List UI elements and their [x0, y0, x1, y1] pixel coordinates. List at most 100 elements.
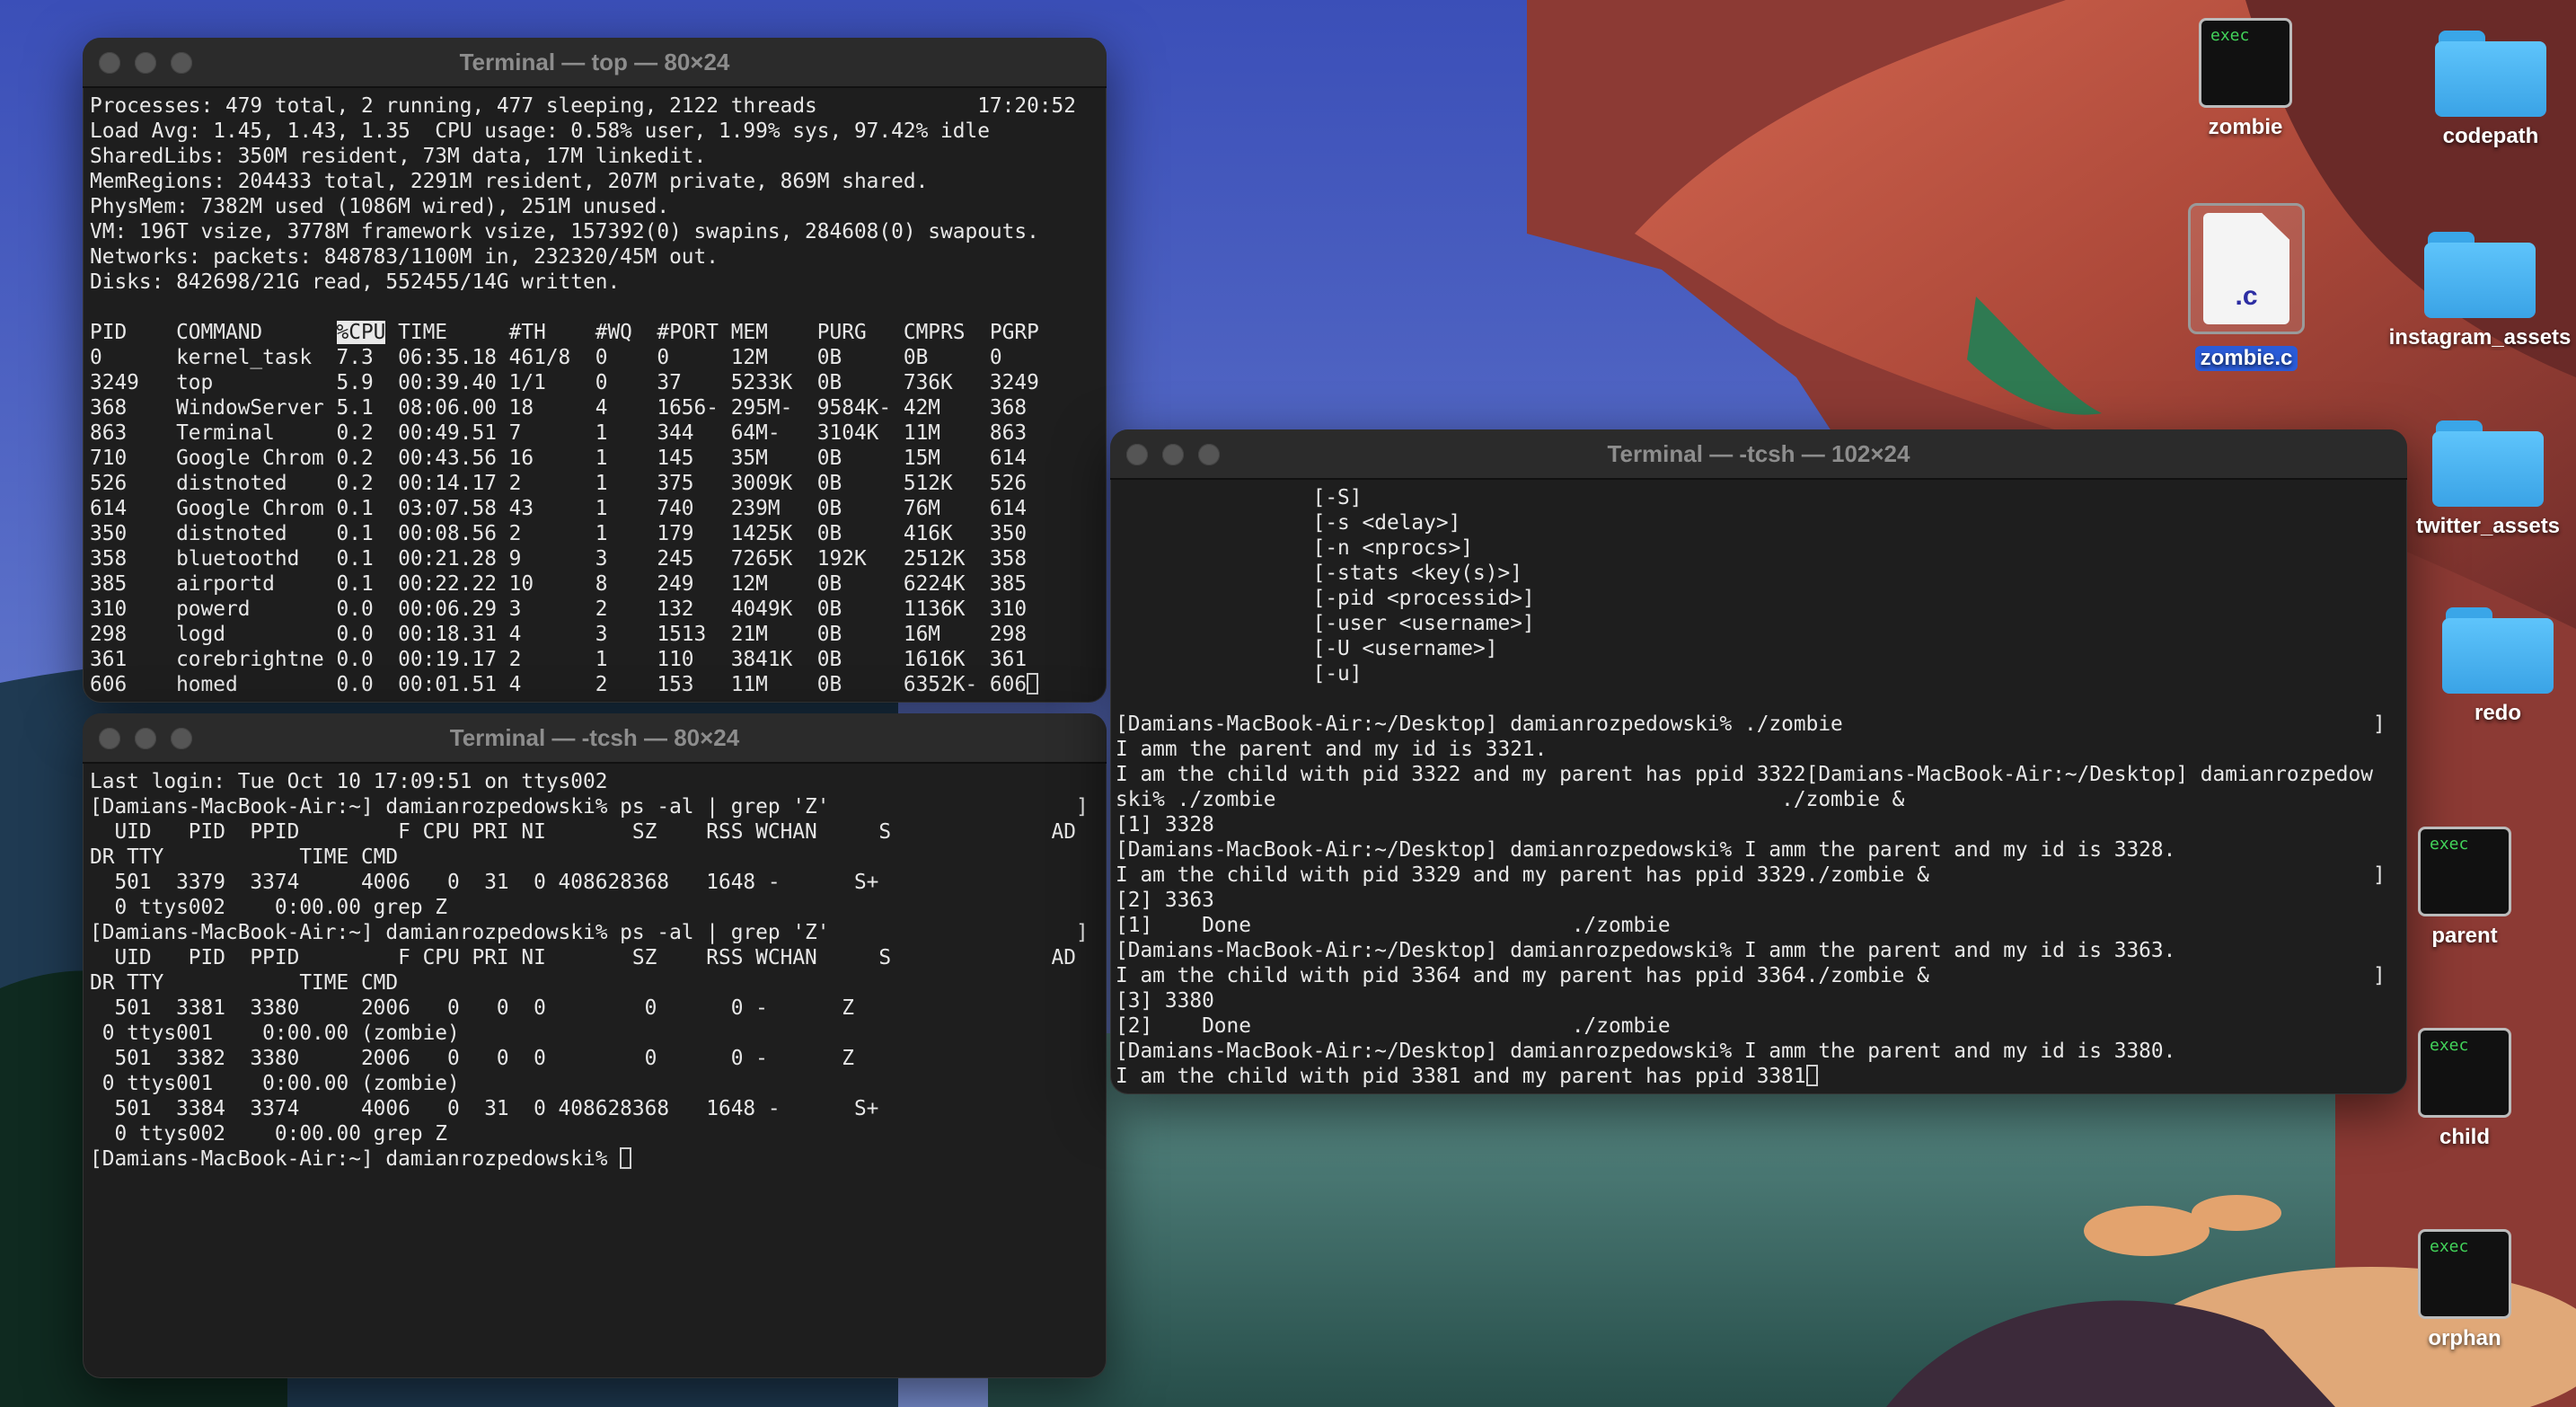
- top-summary-line: Disks: 842698/21G read, 552455/14G writt…: [90, 270, 621, 294]
- output-line: I am the child with pid 3381 and my pare…: [1116, 1065, 1818, 1088]
- process-row: 358 bluetoothd 0.1 00:21.28 9 3 245 7265…: [90, 547, 1028, 571]
- output-line: [-S]: [1116, 486, 1363, 509]
- icon-label: child: [2439, 1125, 2490, 1149]
- selection-highlight: .c: [2188, 203, 2305, 334]
- shell-prompt-line[interactable]: [Damians-MacBook-Air:~] damianrozpedowsk…: [90, 1147, 632, 1171]
- output-line: [Damians-MacBook-Air:~/Desktop] damianro…: [1116, 712, 2386, 736]
- desktop-icon-redo[interactable]: redo: [2430, 607, 2565, 726]
- output-line: I amm the parent and my id is 3321.: [1116, 738, 1548, 761]
- desktop-icon-child[interactable]: exec child: [2402, 1028, 2527, 1150]
- folder-icon: [2442, 607, 2554, 694]
- icon-label: parent: [2431, 924, 2498, 948]
- top-summary-line: PhysMem: 7382M used (1086M wired), 251M …: [90, 195, 670, 218]
- output-line: UID PID PPID F CPU PRI NI SZ RSS WCHAN S…: [90, 820, 1076, 844]
- shell-prompt: [Damians-MacBook-Air:~] damianrozpedowsk…: [90, 1147, 621, 1171]
- exec-badge: exec: [2430, 1237, 2469, 1256]
- icon-label: orphan: [2428, 1326, 2501, 1350]
- desktop-icon-orphan[interactable]: exec orphan: [2402, 1229, 2527, 1351]
- process-table-header: PID COMMAND %CPU TIME #TH #WQ #PORT MEM …: [90, 321, 1039, 344]
- output-line: 501 3382 3380 2006 0 0 0 0 0 - Z: [90, 1047, 854, 1070]
- window-titlebar[interactable]: Terminal — -tcsh — 80×24: [83, 713, 1107, 764]
- top-summary-line: Load Avg: 1.45, 1.43, 1.35 CPU usage: 0.…: [90, 119, 990, 143]
- output-line: [1] Done ./zombie: [1116, 914, 1671, 937]
- output-line: [-U <username>]: [1116, 637, 1498, 660]
- icon-label: zombie: [2208, 115, 2283, 139]
- terminal-window-tcsh-80[interactable]: Terminal — -tcsh — 80×24 Last login: Tue…: [83, 713, 1107, 1378]
- desktop-icon-zombie-c[interactable]: .c zombie.c: [2170, 203, 2323, 371]
- output-line: [-pid <processid>]: [1116, 587, 1535, 610]
- icon-label: zombie.c: [2194, 346, 2298, 371]
- terminal-output[interactable]: Last login: Tue Oct 10 17:09:51 on ttys0…: [83, 764, 1107, 1172]
- output-line: [3] 3380: [1116, 989, 1214, 1013]
- exec-badge: exec: [2430, 1036, 2469, 1055]
- window-title: Terminal — -tcsh — 80×24: [449, 724, 740, 751]
- c-source-file-icon: .c: [2203, 213, 2289, 324]
- output-line: [-stats <key(s)>]: [1116, 562, 1522, 585]
- output-line: DR TTY TIME CMD: [90, 971, 399, 995]
- output-line: [Damians-MacBook-Air:~] damianrozpedowsk…: [90, 795, 1089, 819]
- process-row: 710 Google Chrom 0.2 00:43.56 16 1 145 3…: [90, 447, 1028, 470]
- text-cursor: [1027, 673, 1039, 695]
- icon-label: codepath: [2442, 124, 2539, 148]
- output-line: [2] Done ./zombie: [1116, 1014, 1671, 1038]
- sorted-column-cpu: %CPU: [336, 321, 386, 344]
- text-cursor: [620, 1147, 632, 1169]
- file-extension-badge: .c: [2235, 281, 2258, 311]
- output-line: [Damians-MacBook-Air:~/Desktop] damianro…: [1116, 838, 2176, 862]
- folder-icon: [2424, 232, 2536, 318]
- output-line: Last login: Tue Oct 10 17:09:51 on ttys0…: [90, 770, 608, 793]
- folder-icon: [2435, 31, 2546, 117]
- desktop-icon-zombie[interactable]: exec zombie: [2183, 18, 2308, 140]
- desktop-icon-twitter-assets[interactable]: twitter_assets: [2400, 420, 2576, 539]
- exec-badge: exec: [2430, 835, 2469, 854]
- output-line: [Damians-MacBook-Air:~/Desktop] damianro…: [1116, 1040, 2176, 1063]
- header-text: PID COMMAND: [90, 321, 337, 344]
- exec-badge: exec: [2210, 26, 2250, 45]
- output-line: 0 ttys001 0:00.00 (zombie): [90, 1022, 460, 1045]
- output-line: DR TTY TIME CMD: [90, 845, 399, 869]
- desktop-icon-parent[interactable]: exec parent: [2402, 827, 2527, 949]
- output-line: ski% ./zombie ./zombie &: [1116, 788, 1905, 811]
- process-row: 310 powerd 0.0 00:06.29 3 2 132 4049K 0B…: [90, 597, 1028, 621]
- terminal-output[interactable]: Processes: 479 total, 2 running, 477 sle…: [83, 88, 1107, 697]
- output-line: [1] 3328: [1116, 813, 1214, 836]
- output-line: [Damians-MacBook-Air:~/Desktop] damianro…: [1116, 939, 2176, 962]
- window-titlebar[interactable]: Terminal — -tcsh — 102×24: [1110, 429, 2407, 480]
- icon-label: redo: [2474, 701, 2521, 725]
- terminal-window-tcsh-102[interactable]: Terminal — -tcsh — 102×24 [-S] [-s <dela…: [1110, 429, 2407, 1094]
- window-titlebar[interactable]: Terminal — top — 80×24: [83, 38, 1107, 88]
- process-row: 0 kernel_task 7.3 06:35.18 461/8 0 0 12M…: [90, 346, 1002, 369]
- output-line: 0 ttys001 0:00.00 (zombie): [90, 1072, 460, 1095]
- output-line: [-n <nprocs>]: [1116, 536, 1474, 560]
- top-summary-line: VM: 196T vsize, 3778M framework vsize, 1…: [90, 220, 1039, 243]
- output-line-text: I am the child with pid 3381 and my pare…: [1116, 1065, 1806, 1088]
- output-line: UID PID PPID F CPU PRI NI SZ RSS WCHAN S…: [90, 946, 1076, 969]
- text-cursor: [1805, 1065, 1818, 1086]
- desktop-icon-instagram-assets[interactable]: instagram_assets: [2386, 232, 2574, 350]
- process-row: 863 Terminal 0.2 00:49.51 7 1 344 64M- 3…: [90, 421, 1028, 445]
- output-line: [Damians-MacBook-Air:~] damianrozpedowsk…: [90, 921, 1089, 944]
- folder-icon: [2432, 420, 2544, 507]
- window-title: Terminal — -tcsh — 102×24: [1607, 440, 1910, 467]
- exec-icon: exec: [2418, 1229, 2511, 1319]
- icon-label: twitter_assets: [2415, 514, 2561, 538]
- process-row: 361 corebrightne 0.0 00:19.17 2 1 110 38…: [90, 648, 1028, 671]
- process-row-text: 606 homed 0.0 00:01.51 4 2 153 11M 0B 63…: [90, 673, 1028, 696]
- output-line: [-user <username>]: [1116, 612, 1535, 635]
- output-line: I am the child with pid 3364 and my pare…: [1116, 964, 2386, 987]
- exec-icon: exec: [2418, 1028, 2511, 1118]
- window-title: Terminal — top — 80×24: [459, 49, 730, 75]
- exec-icon: exec: [2199, 18, 2292, 108]
- top-summary-line: SharedLibs: 350M resident, 73M data, 17M…: [90, 145, 707, 168]
- output-line: [2] 3363: [1116, 889, 1214, 912]
- terminal-window-top[interactable]: Terminal — top — 80×24 Processes: 479 to…: [83, 38, 1107, 703]
- exec-icon: exec: [2418, 827, 2511, 916]
- output-line: [-u]: [1116, 662, 1363, 686]
- process-row: 526 distnoted 0.2 00:14.17 2 1 375 3009K…: [90, 472, 1028, 495]
- terminal-output[interactable]: [-S] [-s <delay>] [-n <nprocs>] [-stats …: [1110, 480, 2407, 1089]
- process-row: 350 distnoted 0.1 00:08.56 2 1 179 1425K…: [90, 522, 1028, 545]
- desktop-icon-codepath[interactable]: codepath: [2423, 31, 2558, 149]
- output-line: 501 3379 3374 4006 0 31 0 408628368 1648…: [90, 871, 879, 894]
- process-row: 614 Google Chrom 0.1 03:07.58 43 1 740 2…: [90, 497, 1028, 520]
- output-line: I am the child with pid 3329 and my pare…: [1116, 863, 2386, 887]
